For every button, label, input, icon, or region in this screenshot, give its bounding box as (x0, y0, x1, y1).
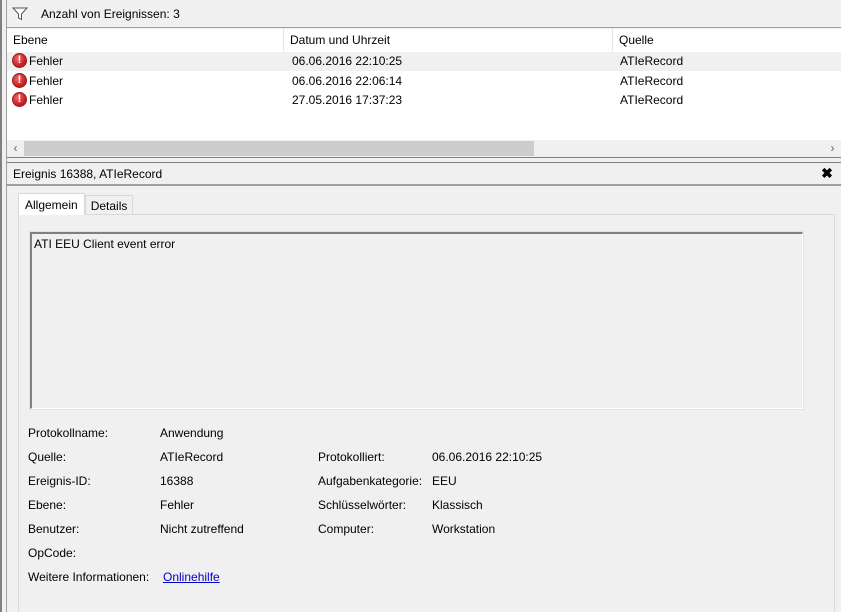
value-ereignis-id: 16388 (160, 474, 194, 488)
scrollbar-thumb[interactable] (24, 141, 534, 156)
event-row[interactable]: ! Fehler 27.05.2016 17:37:23 ATIeRecord (7, 91, 841, 110)
event-source: ATIeRecord (620, 74, 684, 88)
label-benutzer: Benutzer: (28, 522, 80, 536)
label-weitere-informationen: Weitere Informationen: (28, 570, 150, 584)
label-protokolliert: Protokolliert: (318, 450, 385, 464)
value-schluesselwoerter: Klassisch (432, 498, 483, 512)
label-schluesselwoerter: Schlüsselwörter: (318, 498, 407, 512)
horizontal-scrollbar[interactable]: ‹ › (7, 140, 841, 157)
event-detail-title: Ereignis 16388, ATIeRecord (13, 166, 163, 181)
scroll-left-icon[interactable]: ‹ (7, 140, 24, 157)
online-help-link[interactable]: Onlinehilfe (163, 570, 220, 584)
value-quelle: ATIeRecord (160, 450, 224, 464)
event-row[interactable]: ! Fehler 06.06.2016 22:06:14 ATIeRecord (7, 72, 841, 91)
event-row[interactable]: ! Fehler 06.06.2016 22:10:25 ATIeRecord (7, 52, 841, 71)
tab-details[interactable]: Details (84, 195, 134, 215)
window-left-border (0, 0, 7, 612)
label-opcode: OpCode: (28, 546, 77, 560)
column-header-datetime[interactable]: Datum und Uhrzeit (284, 29, 613, 51)
column-header-level[interactable]: Ebene (7, 29, 284, 51)
label-protokollname: Protokollname: (28, 426, 109, 440)
event-description[interactable]: ATI EEU Client event error (29, 231, 804, 410)
event-source: ATIeRecord (620, 54, 684, 68)
event-list: Ebene Datum und Uhrzeit Quelle ! Fehler 0… (7, 29, 841, 140)
value-benutzer: Nicht zutreffend (160, 522, 244, 536)
close-icon[interactable]: ✖ (819, 165, 835, 182)
filter-funnel-icon[interactable] (12, 7, 28, 21)
scroll-right-icon[interactable]: › (824, 140, 841, 157)
value-computer: Workstation (432, 522, 496, 536)
value-aufgabenkategorie: EEU (432, 474, 457, 488)
event-count-label: Anzahl von Ereignissen: 3 (41, 6, 180, 21)
event-level: Fehler (29, 74, 64, 88)
error-icon: ! (12, 52, 27, 68)
value-ebene: Fehler (160, 498, 195, 512)
label-quelle: Quelle: (28, 450, 67, 464)
error-icon: ! (12, 91, 27, 107)
event-detail-header: Ereignis 16388, ATIeRecord ✖ (7, 163, 841, 186)
event-datetime: 27.05.2016 17:37:23 (292, 93, 403, 107)
detail-tabs: Allgemein Details (18, 193, 134, 215)
error-icon: ! (12, 72, 27, 88)
event-source: ATIeRecord (620, 93, 684, 107)
value-protokollname: Anwendung (160, 426, 224, 440)
label-ebene: Ebene: (28, 498, 67, 512)
event-datetime: 06.06.2016 22:06:14 (292, 74, 403, 88)
event-level: Fehler (29, 93, 64, 107)
tab-allgemein[interactable]: Allgemein (18, 193, 85, 215)
column-header-source[interactable]: Quelle (613, 29, 841, 51)
event-count-bar: Anzahl von Ereignissen: 3 (7, 0, 841, 28)
label-ereignis-id: Ereignis-ID: (28, 474, 91, 488)
label-computer: Computer: (318, 522, 375, 536)
event-level: Fehler (29, 54, 64, 68)
label-aufgabenkategorie: Aufgabenkategorie: (318, 474, 423, 488)
event-datetime: 06.06.2016 22:10:25 (292, 54, 403, 68)
value-protokolliert: 06.06.2016 22:10:25 (432, 450, 543, 464)
